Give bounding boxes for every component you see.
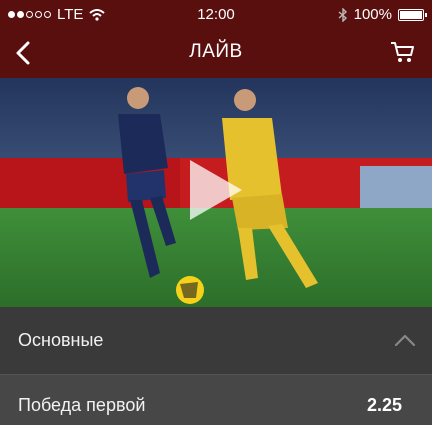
status-right: 100%: [338, 6, 427, 23]
battery-percent: 100%: [353, 6, 392, 23]
bet-label: Победа первой: [18, 395, 146, 415]
section-main-markets[interactable]: Основные: [0, 307, 432, 374]
bluetooth-icon: [338, 7, 347, 22]
navigation-bar: ЛАЙВ: [0, 30, 432, 78]
bet-row[interactable]: Победа первой 2.25: [0, 374, 432, 425]
bet-odds[interactable]: 2.25: [367, 395, 402, 416]
section-title: Основные: [18, 330, 104, 350]
live-video-player[interactable]: [0, 78, 432, 307]
chevron-up-icon[interactable]: [394, 333, 416, 347]
top-bar: LTE 12:00 100% ЛАЙВ: [0, 0, 432, 78]
play-icon[interactable]: [190, 160, 242, 220]
page-title: ЛАЙВ: [189, 41, 243, 62]
status-bar: LTE 12:00 100%: [0, 0, 432, 30]
cart-icon[interactable]: [390, 40, 416, 64]
battery-icon: [398, 8, 427, 21]
